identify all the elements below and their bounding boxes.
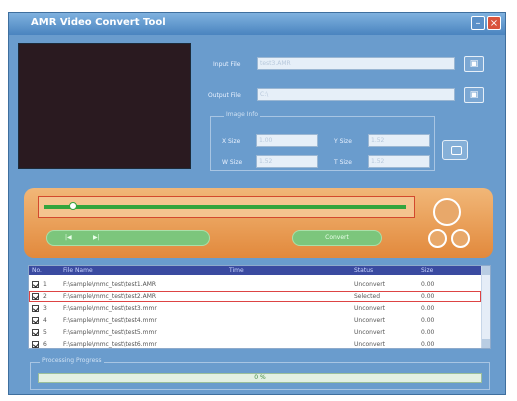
close-button[interactable]: × [487, 16, 501, 30]
row-checkbox[interactable] [32, 281, 39, 288]
row-status: Unconvert [354, 317, 386, 324]
x-size-field[interactable]: 1.00 [256, 134, 318, 147]
image-info-legend: Image Info [224, 111, 261, 118]
table-row[interactable]: 6 F:\sample\mmc_test\test6.mmr Unconvert 0.… [29, 339, 481, 348]
play-button[interactable] [433, 198, 461, 226]
progress-text: 0 % [254, 374, 266, 381]
input-file-field[interactable]: test3.AMR [257, 57, 455, 70]
row-size: 0.00 [421, 293, 435, 300]
row-number: 5 [43, 329, 47, 336]
folder-icon: ▣ [469, 59, 479, 69]
header-size[interactable]: Size [421, 267, 433, 274]
convert-button[interactable]: Convert [292, 230, 382, 246]
row-file-name: F:\sample\mmc_test\test1.AMR [63, 281, 157, 288]
y-size-field[interactable]: 1.52 [368, 134, 430, 147]
row-size: 0.00 [421, 341, 435, 348]
video-preview [18, 43, 191, 169]
file-list: No. File Name Time Status Size 1 F:\sampl… [28, 265, 491, 349]
row-checkbox[interactable] [32, 329, 39, 336]
header-time[interactable]: Time [229, 267, 244, 274]
row-file-name: F:\sample\mmc_test\test4.mmr [63, 317, 157, 324]
row-number: 4 [43, 317, 47, 324]
file-list-header: No. File Name Time Status Size [29, 266, 481, 275]
row-number: 6 [43, 341, 47, 348]
table-row[interactable]: 4 F:\sample\mmc_test\test4.mmr Unconvert 0.… [29, 315, 481, 326]
folder-icon: ▣ [469, 90, 479, 100]
progress-legend: Processing Progress [40, 357, 104, 364]
w-size-label: W Size [222, 159, 243, 166]
title-bar[interactable]: AMR Video Convert Tool – × [9, 13, 505, 35]
progress-bar: 0 % [38, 373, 482, 383]
row-number: 3 [43, 305, 47, 312]
list-scrollbar[interactable] [481, 266, 490, 348]
navigation-buttons: |◀ ▶| [46, 230, 210, 246]
row-status: Unconvert [354, 305, 386, 312]
row-file-name: F:\sample\mmc_test\test2.AMR [63, 293, 157, 300]
pause-button[interactable] [428, 229, 447, 248]
header-no[interactable]: No. [32, 267, 42, 274]
row-size: 0.00 [421, 281, 435, 288]
input-file-label: Input File [213, 61, 241, 68]
table-row[interactable]: 1 F:\sample\mmc_test\test1.AMR Unconvert 0.… [29, 279, 481, 290]
row-size: 0.00 [421, 305, 435, 312]
row-checkbox[interactable] [32, 305, 39, 312]
row-status: Selected [354, 293, 381, 300]
t-size-label: T Size [334, 159, 352, 166]
input-browse-button[interactable]: ▣ [464, 56, 484, 72]
row-file-name: F:\sample\mmc_test\test5.mmr [63, 329, 157, 336]
table-row[interactable]: 5 F:\sample\mmc_test\test5.mmr Unconvert 0.… [29, 327, 481, 338]
scroll-up-arrow[interactable] [482, 266, 490, 275]
seek-bar[interactable] [44, 205, 406, 209]
row-checkbox[interactable] [32, 341, 39, 348]
row-number: 2 [43, 293, 47, 300]
output-file-field[interactable]: C:\ [257, 88, 455, 101]
stop-button[interactable] [451, 229, 470, 248]
output-file-label: Output File [208, 92, 241, 99]
row-checkbox[interactable] [32, 293, 39, 300]
minimize-button[interactable]: – [471, 16, 485, 30]
row-file-name: F:\sample\mmc_test\test6.mmr [63, 341, 157, 348]
row-status: Unconvert [354, 281, 386, 288]
row-size: 0.00 [421, 329, 435, 336]
header-file-name[interactable]: File Name [63, 267, 93, 274]
row-number: 1 [43, 281, 47, 288]
window-title: AMR Video Convert Tool [31, 17, 166, 28]
y-size-label: Y Size [334, 138, 352, 145]
output-browse-button[interactable]: ▣ [464, 87, 484, 103]
x-size-label: X Size [222, 138, 241, 145]
header-status[interactable]: Status [354, 267, 373, 274]
previous-button[interactable]: |◀ [65, 231, 72, 245]
w-size-field[interactable]: 1.52 [256, 155, 318, 168]
t-size-field[interactable]: 1.52 [368, 155, 430, 168]
next-button[interactable]: ▶| [93, 231, 100, 245]
row-file-name: F:\sample\mmc_test\test3.mmr [63, 305, 157, 312]
row-checkbox[interactable] [32, 317, 39, 324]
row-status: Unconvert [354, 329, 386, 336]
row-status: Unconvert [354, 341, 386, 348]
row-size: 0.00 [421, 317, 435, 324]
snapshot-button[interactable] [442, 140, 468, 160]
table-row[interactable]: 3 F:\sample\mmc_test\test3.mmr Unconvert 0.… [29, 303, 481, 314]
scroll-down-arrow[interactable] [482, 339, 490, 348]
seek-thumb[interactable] [68, 202, 77, 210]
table-row[interactable]: 2 F:\sample\mmc_test\test2.AMR Selected 0.0… [29, 291, 481, 302]
